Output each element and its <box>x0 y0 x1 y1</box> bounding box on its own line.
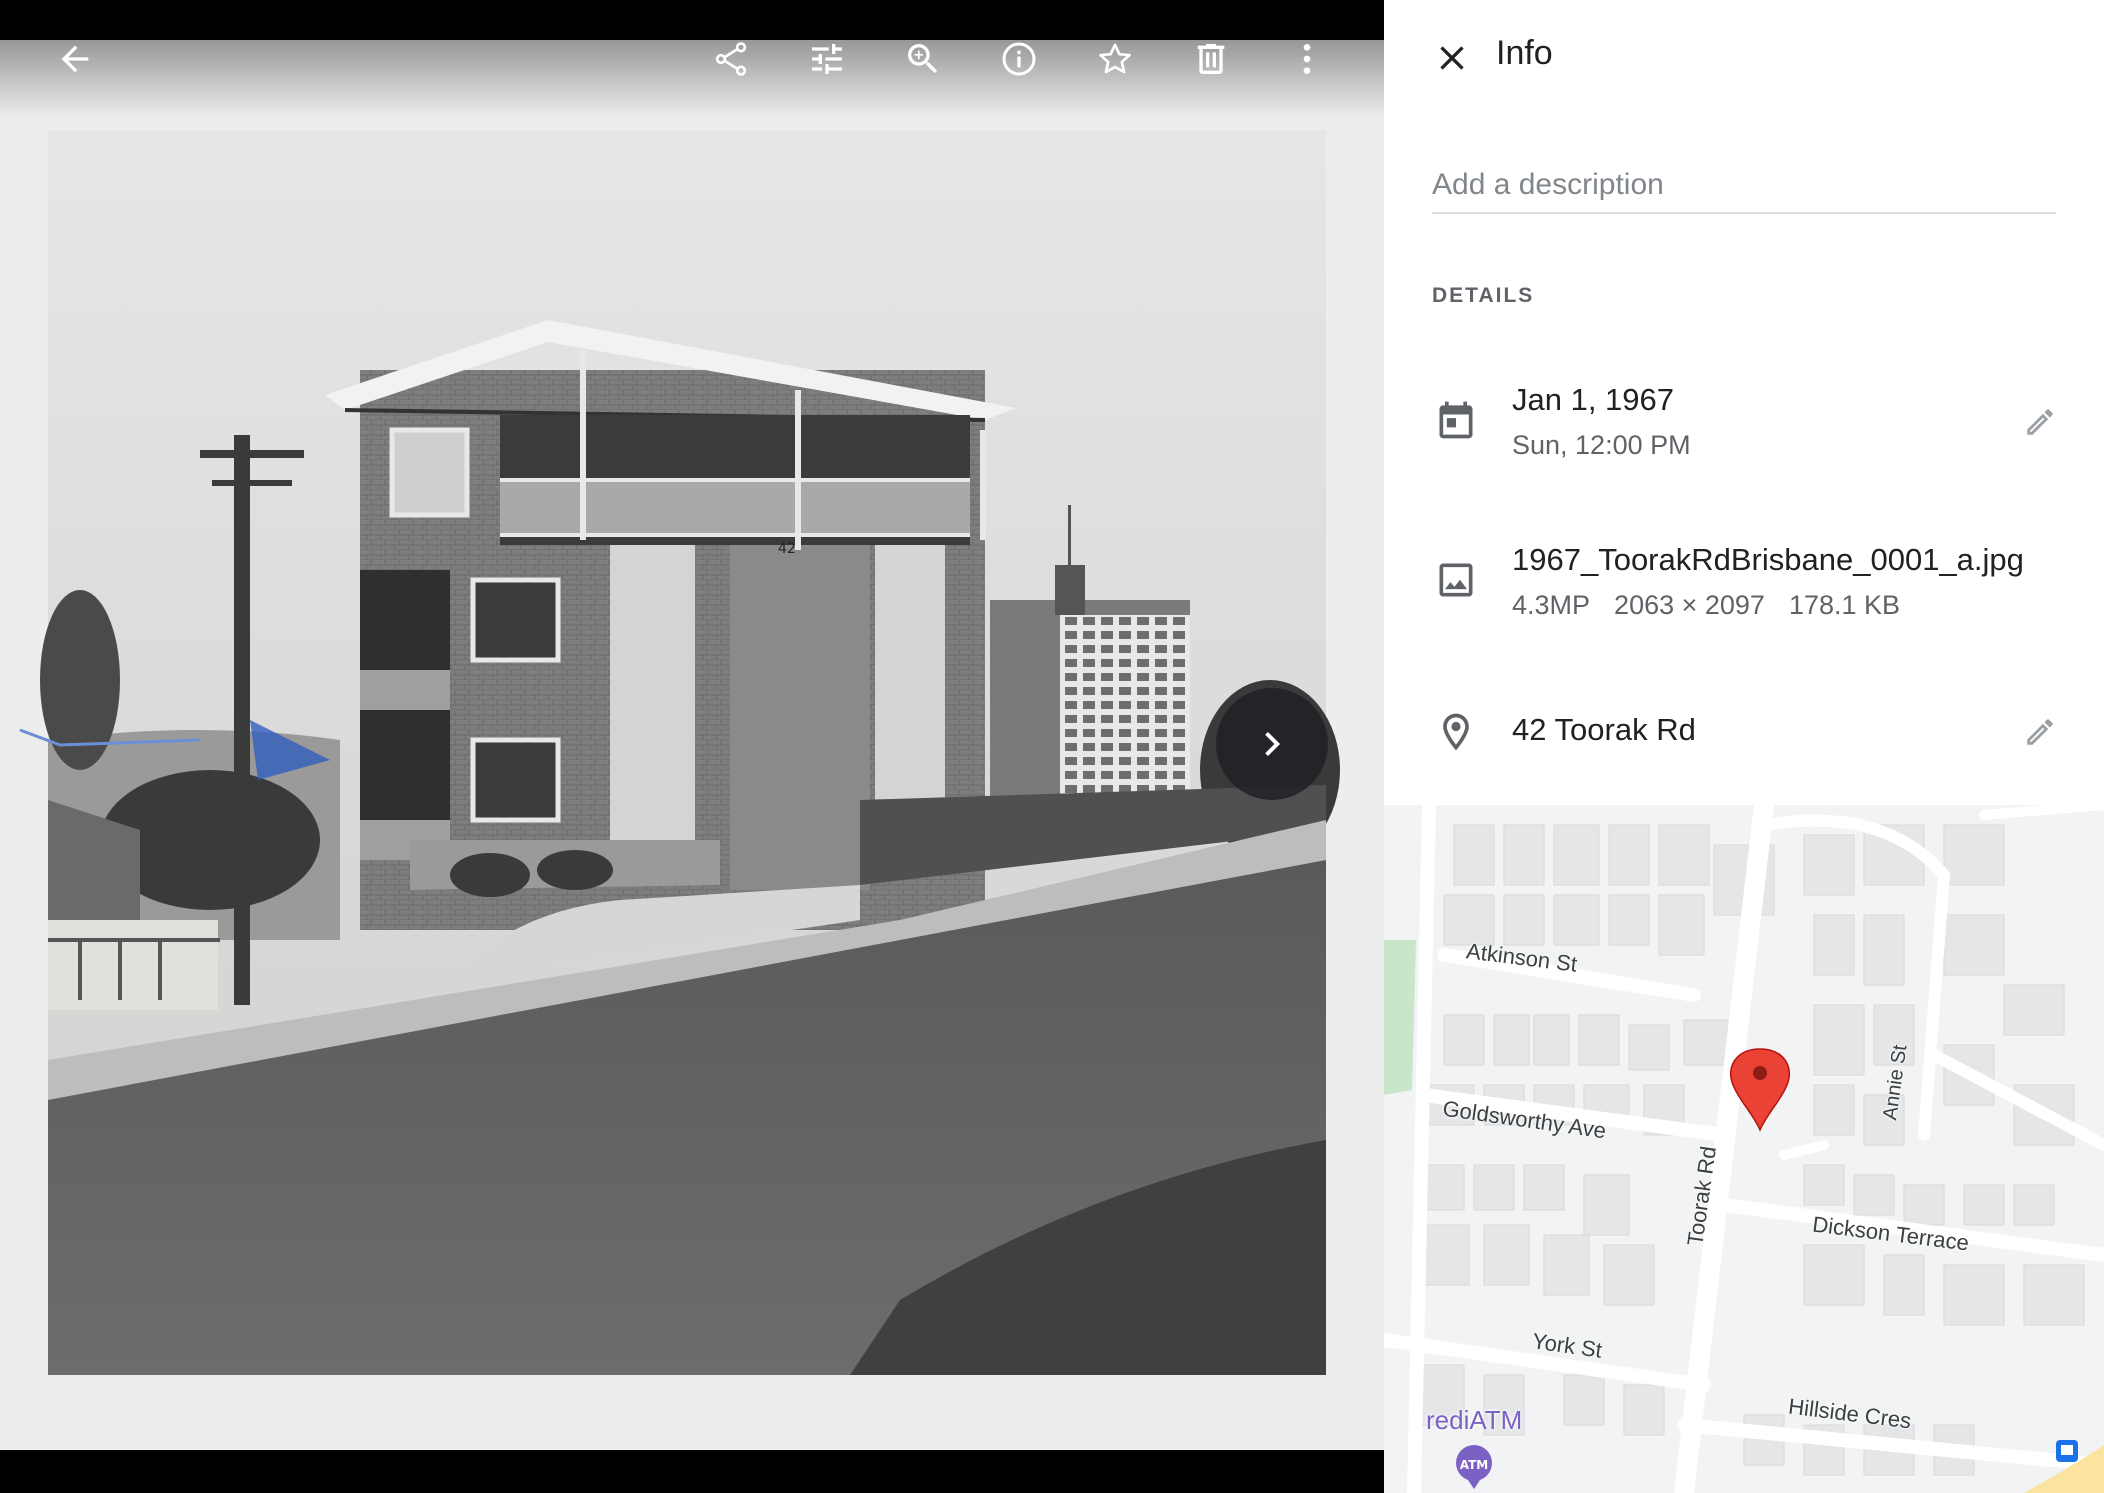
file-dimensions: 2063 × 2097 <box>1614 590 1765 620</box>
pencil-icon <box>2027 719 2053 745</box>
date-primary: Jan 1, 1967 <box>1512 382 1675 417</box>
edit-adjust-icon <box>812 44 842 74</box>
info-header: Info <box>1384 0 2104 116</box>
file-row: 1967_ToorakRdBrisbane_0001_a.jpg 4.3MP 20… <box>1384 530 2104 630</box>
delete-icon <box>1197 44 1225 74</box>
chevron-right-icon <box>1265 732 1280 756</box>
date-row: Jan 1, 1967 Sun, 12:00 PM <box>1384 370 2104 470</box>
info-title: Info <box>1496 34 1553 72</box>
edit-location-button[interactable] <box>2014 706 2066 758</box>
info-panel: Info DETAILS Jan 1, 1967 Sun, 12:00 PM 1… <box>1384 0 2104 1493</box>
more-options-button[interactable] <box>1275 27 1339 91</box>
file-name: 1967_ToorakRdBrisbane_0001_a.jpg <box>1512 542 2024 577</box>
zoom-in-icon <box>908 44 938 74</box>
close-icon <box>1440 46 1464 70</box>
details-heading: DETAILS <box>1432 284 1535 307</box>
atm-badge: ATM <box>1460 1458 1488 1472</box>
map-canvas: ATM <box>1384 805 2104 1493</box>
pencil-icon <box>2027 409 2053 435</box>
description-input[interactable] <box>1432 158 2056 214</box>
place-icon <box>1432 708 1480 756</box>
share-icon <box>715 42 747 76</box>
file-meta: 4.3MP 2063 × 2097 178.1 KB <box>1512 590 1924 621</box>
location-map[interactable]: ATM Atkinson St Goldsworthy Ave Toorak R… <box>1384 805 2104 1493</box>
back-arrow-icon <box>61 45 89 73</box>
favorite-button[interactable] <box>1083 27 1147 91</box>
next-photo-button[interactable] <box>1216 688 1328 800</box>
info-icon <box>1002 42 1036 76</box>
date-secondary: Sun, 12:00 PM <box>1512 430 1691 460</box>
delete-button[interactable] <box>1179 27 1243 91</box>
location-primary: 42 Toorak Rd <box>1512 712 1696 747</box>
photo: 42 <box>0 40 1384 1450</box>
close-info-button[interactable] <box>1424 30 1480 86</box>
file-size: 178.1 KB <box>1788 590 1901 620</box>
viewer-toolbar <box>0 0 1384 118</box>
poi-label-rediatm[interactable]: rediATM <box>1426 1405 1522 1436</box>
calendar-icon <box>1432 396 1480 444</box>
star-icon <box>1099 43 1131 74</box>
more-vert-icon <box>1303 44 1311 74</box>
photo-viewer: 42 <box>0 0 1384 1493</box>
zoom-button[interactable] <box>891 27 955 91</box>
location-row: 42 Toorak Rd <box>1384 700 2104 800</box>
info-button[interactable] <box>987 27 1051 91</box>
house-number: 42 <box>778 541 796 557</box>
edit-button[interactable] <box>795 27 859 91</box>
back-button[interactable] <box>43 27 107 91</box>
file-megapixels: 4.3MP <box>1512 590 1591 620</box>
edit-date-button[interactable] <box>2014 396 2066 448</box>
share-button[interactable] <box>699 27 763 91</box>
image-icon <box>1432 556 1480 604</box>
